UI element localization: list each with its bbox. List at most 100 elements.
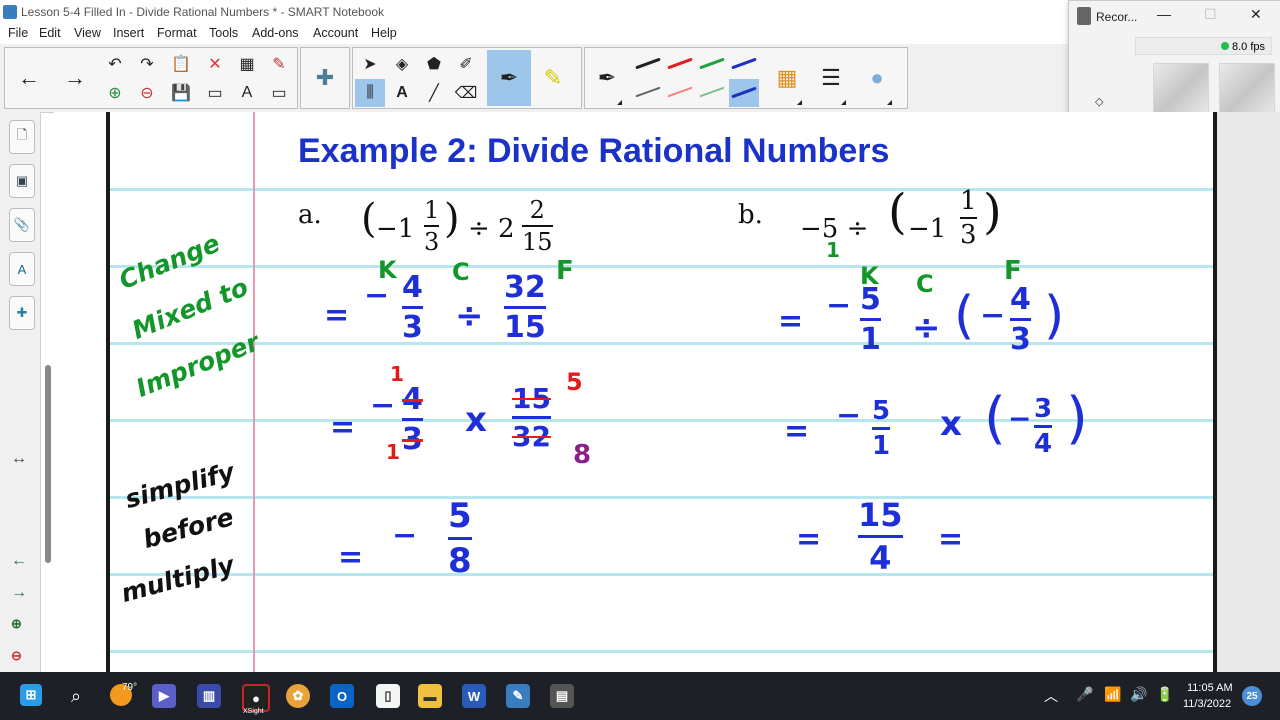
- previous-page-side-button[interactable]: ←: [11, 552, 27, 570]
- pen-preset-blue-selected[interactable]: [729, 79, 759, 107]
- teams-icon[interactable]: ▶: [152, 684, 176, 708]
- pointer-icon[interactable]: ◇: [1095, 95, 1103, 108]
- smart-notebook-taskbar-icon[interactable]: ✎: [506, 684, 530, 708]
- eraser-tool-button[interactable]: ⌫: [451, 79, 481, 107]
- text-tool-button[interactable]: A: [387, 79, 417, 107]
- line-tool-button[interactable]: ╱: [419, 79, 449, 107]
- pen-preset-green[interactable]: [697, 50, 727, 78]
- color-palette-button[interactable]: ▦: [771, 50, 803, 106]
- delete-page-side-button[interactable]: ⊖: [11, 648, 22, 664]
- meter-app-icon[interactable]: ▥: [197, 684, 221, 708]
- add-page-button[interactable]: ⊕: [100, 79, 130, 107]
- word-icon[interactable]: W: [462, 684, 486, 708]
- search-icon[interactable]: ⌕: [64, 684, 88, 708]
- responses-button[interactable]: ⫼: [355, 79, 385, 107]
- screen-capture-button[interactable]: ▭: [264, 79, 294, 107]
- table-button[interactable]: ▦: [232, 50, 262, 78]
- a2-reduced-den: 1: [386, 440, 400, 464]
- ruled-line: [110, 573, 1213, 576]
- redo-button[interactable]: ↷: [132, 50, 162, 78]
- b1-frac-1: 51: [860, 282, 881, 357]
- frac-num: 1: [424, 196, 440, 224]
- shapes-tool-button[interactable]: ◈: [387, 50, 417, 78]
- previous-page-button[interactable]: ←: [13, 50, 45, 106]
- next-page-side-button[interactable]: →: [11, 584, 27, 602]
- frac-num: 4: [1010, 282, 1031, 317]
- page-sorter-tab[interactable]: 🗋: [9, 120, 35, 154]
- b2-frac-1: 51: [872, 396, 891, 461]
- menu-view[interactable]: View: [74, 26, 101, 40]
- screen-shade-button[interactable]: ▭: [200, 79, 230, 107]
- clock-time[interactable]: 11:05 AM: [1187, 682, 1233, 694]
- microphone-icon[interactable]: 🎤: [1076, 686, 1093, 703]
- frac-den: 3: [960, 220, 977, 250]
- outlook-icon[interactable]: O: [330, 684, 354, 708]
- part-a-label: a.: [298, 200, 322, 230]
- attachments-tab[interactable]: 📎: [9, 208, 35, 242]
- battery-icon[interactable]: 🔋: [1156, 686, 1173, 703]
- pen-preset-black[interactable]: [633, 50, 663, 78]
- document-camera-button[interactable]: A: [232, 79, 262, 107]
- toolbar-group-pen-properties: ✒ ▦ ☰ ●: [584, 47, 908, 109]
- recorder-taskbar-icon[interactable]: ▤: [550, 684, 574, 708]
- minimize-button[interactable]: —: [1157, 6, 1171, 22]
- sidebar-splitter[interactable]: [45, 365, 51, 563]
- windows-start-icon[interactable]: ⊞: [20, 684, 42, 706]
- add-ons-tab[interactable]: ✚: [9, 296, 35, 330]
- pen-preset-red-thin[interactable]: [665, 79, 695, 107]
- gallery-tab[interactable]: ▣: [9, 164, 35, 198]
- select-tool-button[interactable]: ➤: [355, 50, 385, 78]
- file-explorer-icon[interactable]: ▬: [418, 684, 442, 708]
- move-sidebar-icon[interactable]: ↔: [11, 450, 27, 468]
- puzzle-icon[interactable]: ✚: [309, 50, 341, 106]
- save-button[interactable]: 💾: [166, 79, 196, 107]
- maximize-button[interactable]: ☐: [1204, 6, 1217, 23]
- pen-tool-button[interactable]: ✒: [487, 50, 531, 106]
- wifi-icon[interactable]: 📶: [1104, 686, 1121, 703]
- effects-button[interactable]: ●: [861, 50, 893, 106]
- slide-title: Example 2: Divide Rational Numbers: [298, 132, 890, 170]
- pen-type-button[interactable]: ✒: [591, 50, 623, 106]
- properties-tab[interactable]: A: [9, 252, 35, 286]
- magic-pen-button[interactable]: ✐: [451, 50, 481, 78]
- menu-insert[interactable]: Insert: [113, 26, 144, 40]
- menu-file[interactable]: File: [8, 26, 28, 40]
- recorder-window: Recor... — ☐ ✕ 8.0 fps ◇: [1068, 0, 1280, 130]
- line-style-button[interactable]: ☰: [815, 50, 847, 106]
- paint-icon[interactable]: ✿: [286, 684, 310, 708]
- speaker-icon[interactable]: 🔊: [1130, 686, 1147, 703]
- menu-addons[interactable]: Add-ons: [252, 26, 299, 40]
- delete-page-button[interactable]: ⊖: [132, 79, 162, 107]
- menu-help[interactable]: Help: [371, 26, 397, 40]
- notification-badge[interactable]: 25: [1242, 686, 1262, 706]
- b2-equals: =: [784, 414, 810, 449]
- part-b-paren-open: (: [888, 184, 907, 240]
- b2-sign: −: [836, 398, 862, 433]
- clock-date[interactable]: 11/3/2022: [1183, 698, 1231, 710]
- fill-tool-button[interactable]: ⬟: [419, 50, 449, 78]
- next-page-button[interactable]: →: [59, 50, 91, 106]
- menu-edit[interactable]: Edit: [39, 26, 61, 40]
- pen-preset-red[interactable]: [665, 50, 695, 78]
- undo-button[interactable]: ↶: [100, 50, 130, 78]
- delete-button[interactable]: ✕: [200, 50, 230, 78]
- close-button[interactable]: ✕: [1250, 6, 1262, 23]
- fps-indicator: 8.0 fps: [1135, 37, 1272, 55]
- menu-format[interactable]: Format: [157, 26, 197, 40]
- chevron-up-icon[interactable]: ︿: [1044, 686, 1058, 706]
- file-icon[interactable]: ▯: [376, 684, 400, 708]
- clear-ink-button[interactable]: ✎: [264, 50, 294, 78]
- menu-tools[interactable]: Tools: [209, 26, 238, 40]
- add-page-side-button[interactable]: ⊕: [11, 616, 22, 632]
- part-a-whole: −1: [376, 214, 415, 244]
- highlighter-tool-button[interactable]: ✎: [537, 50, 569, 106]
- b3-equals: =: [796, 522, 822, 557]
- notebook-page[interactable]: [54, 112, 1280, 672]
- menu-account[interactable]: Account: [313, 26, 358, 40]
- part-b-label: b.: [738, 200, 763, 230]
- pen-preset-green-thin[interactable]: [697, 79, 727, 107]
- paste-icon[interactable]: 📋: [166, 50, 196, 78]
- pen-preset-black-thin[interactable]: [633, 79, 663, 107]
- pen-preset-blue[interactable]: [729, 50, 759, 78]
- window-title: Lesson 5-4 Filled In - Divide Rational N…: [21, 5, 385, 19]
